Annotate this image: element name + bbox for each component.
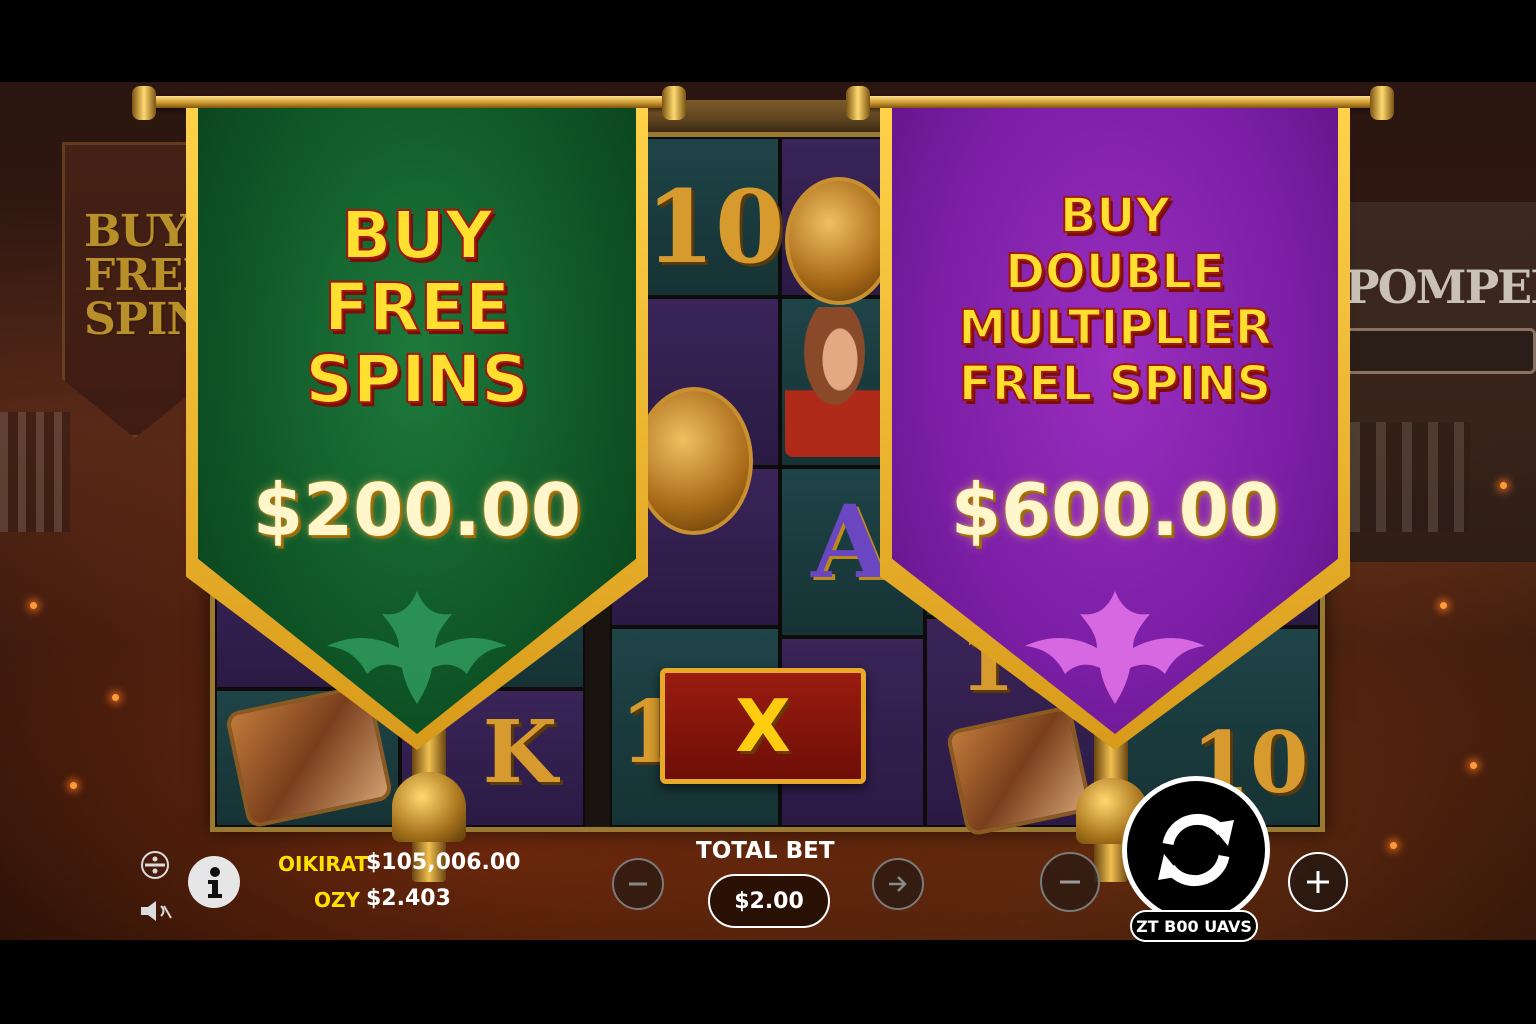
spin-button[interactable] bbox=[1122, 776, 1270, 924]
turbo-button[interactable]: ZT B00 UAVS bbox=[1130, 910, 1258, 942]
bet-increase-button[interactable] bbox=[872, 858, 924, 910]
banner-rod bbox=[140, 96, 680, 108]
spin-bet-decrease-button[interactable] bbox=[1040, 852, 1100, 912]
plus-icon bbox=[1307, 871, 1329, 893]
letterbox-top bbox=[0, 0, 1536, 82]
background-columns-left bbox=[0, 412, 70, 532]
offer-price: $600.00 bbox=[951, 468, 1279, 552]
ember bbox=[112, 694, 119, 701]
rod-knob bbox=[846, 86, 870, 120]
background-columns-right bbox=[1350, 422, 1470, 532]
fleur-ornament-icon bbox=[327, 591, 507, 704]
ember bbox=[30, 602, 37, 609]
background-sign-text: POMPEII bbox=[1345, 260, 1536, 314]
credit-label: OIKIRAT bbox=[278, 852, 369, 876]
offer-price: $200.00 bbox=[253, 468, 581, 552]
background-sign-plate bbox=[1345, 328, 1536, 374]
symbol-coin bbox=[785, 177, 893, 305]
sound-icon bbox=[141, 901, 172, 921]
rod-knob bbox=[1370, 86, 1394, 120]
symbol-ten: 10 bbox=[645, 168, 785, 286]
ember bbox=[1500, 482, 1507, 489]
bet-value: $2.403 bbox=[366, 886, 451, 911]
ember bbox=[1390, 842, 1397, 849]
info-icon bbox=[208, 867, 222, 898]
minus-icon bbox=[1060, 880, 1080, 884]
arrow-right-icon bbox=[889, 876, 907, 892]
offer-title: BUY FREE SPINS bbox=[304, 197, 529, 418]
game-scene: BUY FREE SPIN POMPEII bbox=[0, 82, 1536, 940]
sound-button[interactable] bbox=[138, 898, 174, 924]
bet-label: OZY bbox=[314, 888, 360, 912]
minus-icon bbox=[629, 882, 647, 886]
settings-button[interactable] bbox=[140, 850, 170, 880]
ember bbox=[1440, 602, 1447, 609]
ember bbox=[1470, 762, 1477, 769]
credit-value: $105,006.00 bbox=[366, 850, 521, 875]
offer-title: BUY DOUBLE MULTIPLIER FREL SPINS bbox=[957, 187, 1272, 413]
banner-rod bbox=[852, 96, 1388, 108]
offer-banner-double-multiplier[interactable]: BUY DOUBLE MULTIPLIER FREL SPINS $600.00 bbox=[880, 108, 1350, 750]
spin-bet-increase-button[interactable] bbox=[1288, 852, 1348, 912]
bet-decrease-button[interactable] bbox=[612, 858, 664, 910]
close-button[interactable]: X bbox=[660, 668, 866, 784]
offer-banner-free-spins[interactable]: BUY FREE SPINS $200.00 bbox=[186, 108, 648, 750]
rod-knob bbox=[132, 86, 156, 120]
close-icon: X bbox=[735, 684, 791, 768]
total-bet-value[interactable]: $2.00 bbox=[708, 874, 830, 928]
banner-pole-base bbox=[392, 772, 466, 842]
rod-knob bbox=[662, 86, 686, 120]
spin-icon bbox=[1158, 813, 1234, 887]
ember bbox=[70, 782, 77, 789]
total-bet-label: TOTAL BET bbox=[696, 838, 835, 864]
settings-icon bbox=[141, 851, 169, 879]
info-button[interactable] bbox=[188, 856, 240, 908]
symbol-portrait bbox=[785, 307, 895, 457]
fleur-ornament-icon bbox=[1025, 591, 1205, 704]
letterbox-bottom bbox=[0, 944, 1536, 1024]
symbol-coin bbox=[635, 387, 753, 535]
